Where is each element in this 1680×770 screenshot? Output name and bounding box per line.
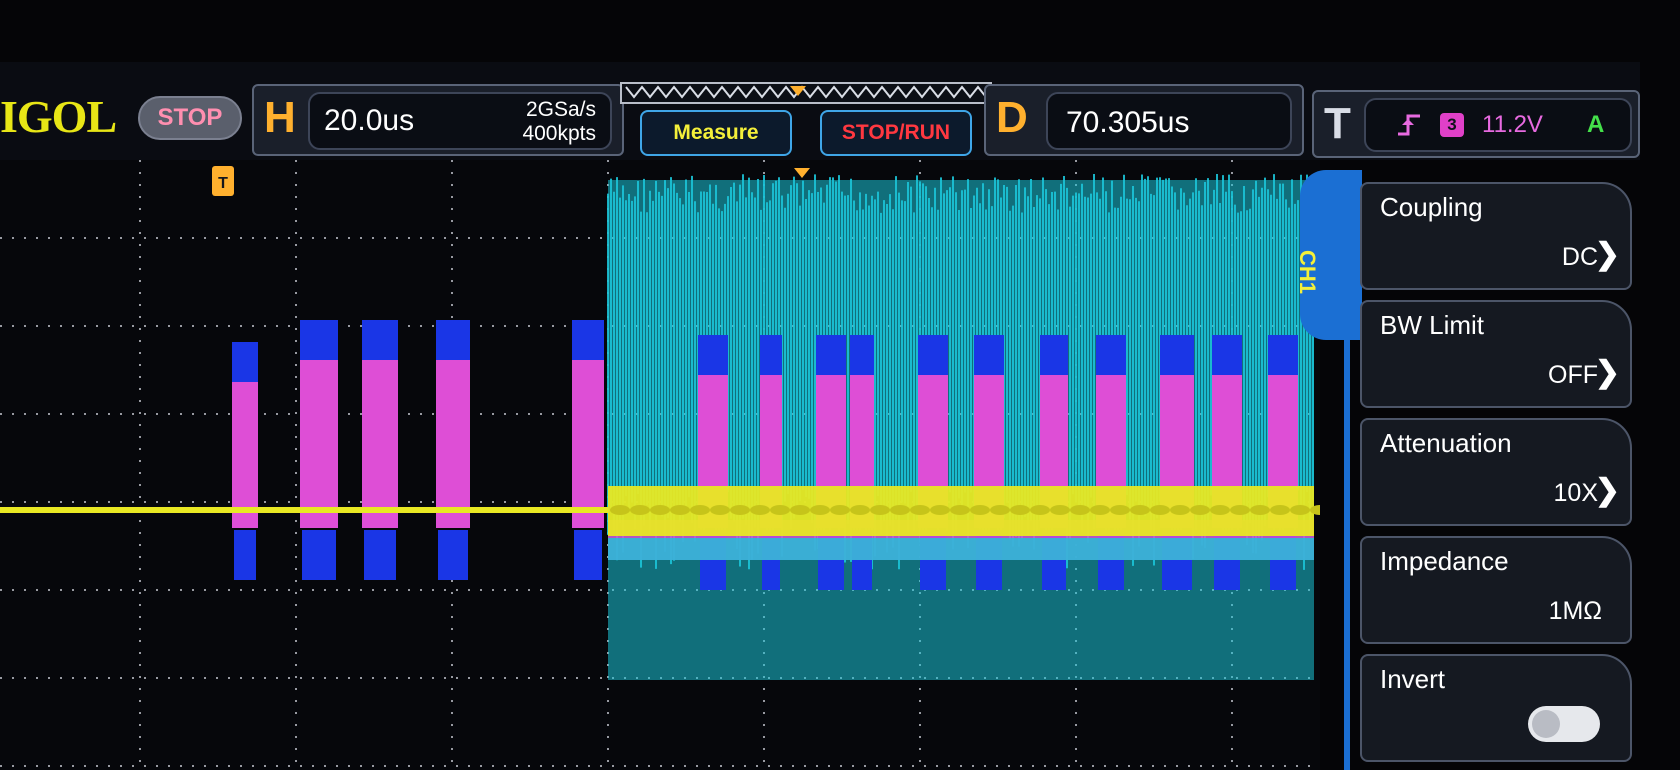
- ch1-baseline: [0, 507, 608, 513]
- menu-attenuation[interactable]: Attenuation 10X ❯: [1360, 418, 1632, 526]
- menu-bw-limit-label: BW Limit: [1380, 310, 1484, 340]
- ch1-trace-pattern: [730, 505, 750, 515]
- ch1-trace-pattern: [910, 505, 930, 515]
- ch1-trace-pattern: [770, 505, 790, 515]
- waveform-display[interactable]: T: [0, 160, 1320, 770]
- chevron-right-icon: ❯: [1594, 474, 1620, 507]
- ch4-burst-bottom: [364, 530, 396, 580]
- ch1-trace-pattern: [670, 505, 690, 515]
- timebase-value: 20.0us: [324, 104, 415, 137]
- chevron-right-icon: ❯: [1594, 238, 1620, 271]
- brand-logo: IGOL: [0, 91, 117, 142]
- ch4-burst-bottom: [302, 530, 336, 580]
- menu-impedance-label: Impedance: [1380, 546, 1509, 576]
- ch1-trace-pattern: [630, 505, 650, 515]
- ch1-trace-pattern: [1130, 505, 1150, 515]
- ch1-trace-pattern: [650, 505, 670, 515]
- ch3-burst: [572, 360, 604, 528]
- ch1-trace-pattern: [810, 505, 830, 515]
- memory-position-strip: [620, 82, 992, 104]
- menu-coupling-value: DC: [1561, 243, 1598, 271]
- menu-attenuation-value: 10X: [1553, 479, 1598, 507]
- menu-bw-limit[interactable]: BW Limit OFF ❯: [1360, 300, 1632, 408]
- ch1-trace-pattern: [1090, 505, 1110, 515]
- ch1-trace-pattern: [690, 505, 710, 515]
- ch4-burst-bottom: [574, 530, 602, 580]
- trigger-level: 11.2V: [1482, 111, 1543, 138]
- measure-button[interactable]: Measure: [640, 110, 792, 156]
- ch3-burst: [232, 382, 258, 528]
- run-state-badge[interactable]: STOP: [138, 96, 242, 140]
- ch1-trace-pattern: [990, 505, 1010, 515]
- menu-coupling[interactable]: Coupling DC ❯: [1360, 182, 1632, 290]
- menu-invert-label: Invert: [1380, 664, 1446, 694]
- trigger-source-icon: 3: [1440, 113, 1464, 137]
- menu-coupling-label: Coupling: [1380, 192, 1483, 222]
- ch1-trace-pattern: [830, 505, 850, 515]
- ch4-burst-bottom: [234, 530, 256, 580]
- acquisition-info: 2GSa/s 400kpts: [522, 98, 596, 146]
- delay-panel[interactable]: D 70.305us: [984, 84, 1304, 156]
- ch1-trace-pattern: [1030, 505, 1050, 515]
- horizontal-readout: 20.0us 2GSa/s 400kpts: [308, 92, 612, 150]
- ch1-trace-pattern: [1230, 505, 1250, 515]
- ch1-trace-pattern: [610, 505, 630, 515]
- waveform-grid: T: [0, 160, 1320, 770]
- ch1-trace-pattern: [1070, 505, 1090, 515]
- trigger-marker-label: T: [218, 175, 228, 192]
- menu-bw-limit-value: OFF: [1548, 361, 1598, 389]
- ch1-trace-pattern: [1190, 505, 1210, 515]
- ch3-burst: [436, 360, 470, 528]
- ch1-trace-pattern: [1290, 505, 1310, 515]
- ch3-burst: [362, 360, 398, 528]
- trigger-panel[interactable]: T 3 11.2V A: [1312, 90, 1640, 158]
- sample-rate: 2GSa/s: [525, 98, 596, 121]
- delay-value: 70.305us: [1066, 106, 1190, 139]
- ch1-trace-pattern: [1050, 505, 1070, 515]
- ch3-burst: [300, 360, 338, 528]
- channel-tab-label: CH1: [1295, 250, 1320, 295]
- ch1-trace-pattern: [1010, 505, 1030, 515]
- stop-run-button[interactable]: STOP/RUN: [820, 110, 972, 156]
- horizontal-key: H: [264, 93, 296, 142]
- ch1-trace-pattern: [890, 505, 910, 515]
- ch1-trace-pattern: [1110, 505, 1130, 515]
- ch1-trace-pattern: [1170, 505, 1190, 515]
- menu-impedance[interactable]: Impedance 1MΩ: [1360, 536, 1632, 644]
- menu-attenuation-label: Attenuation: [1380, 428, 1512, 458]
- ch1-trace-pattern: [930, 505, 950, 515]
- top-bar: IGOL STOP H 20.0us 2GSa/s 400kpts Measur…: [0, 62, 1640, 160]
- horizontal-panel[interactable]: H 20.0us 2GSa/s 400kpts: [252, 84, 624, 156]
- menu-invert[interactable]: Invert: [1360, 654, 1632, 762]
- invert-toggle[interactable]: [1528, 706, 1600, 742]
- delay-key: D: [996, 93, 1028, 142]
- ch1-trace-pattern: [710, 505, 730, 515]
- ch1-trace-pattern: [750, 505, 770, 515]
- trigger-position-marker[interactable]: T: [212, 166, 234, 196]
- ch1-trace-pattern: [790, 505, 810, 515]
- ch1-trace-pattern: [1150, 505, 1170, 515]
- ch1-trace-pattern: [850, 505, 870, 515]
- ch2-baseline: [608, 538, 1314, 560]
- menu-impedance-value: 1MΩ: [1548, 597, 1602, 625]
- chevron-right-icon: ❯: [1594, 356, 1620, 389]
- ch1-trace-pattern: [970, 505, 990, 515]
- rising-edge-icon: [1398, 114, 1420, 136]
- ch1-trace-pattern: [1250, 505, 1270, 515]
- ch1-trace-pattern: [1210, 505, 1230, 515]
- ch1-trace-pattern: [950, 505, 970, 515]
- ch4-burst-bottom: [438, 530, 468, 580]
- channel-menu: Coupling DC ❯ BW Limit OFF ❯ Attenuation…: [1344, 172, 1636, 770]
- ch1-trace-pattern: [1270, 505, 1290, 515]
- trigger-key: T: [1324, 99, 1351, 148]
- memory-depth: 400kpts: [522, 122, 596, 145]
- delay-readout: 70.305us: [1046, 92, 1292, 150]
- ch1-trace-pattern: [870, 505, 890, 515]
- trigger-status: A: [1586, 111, 1605, 138]
- trigger-readout: 3 11.2V A: [1364, 98, 1632, 152]
